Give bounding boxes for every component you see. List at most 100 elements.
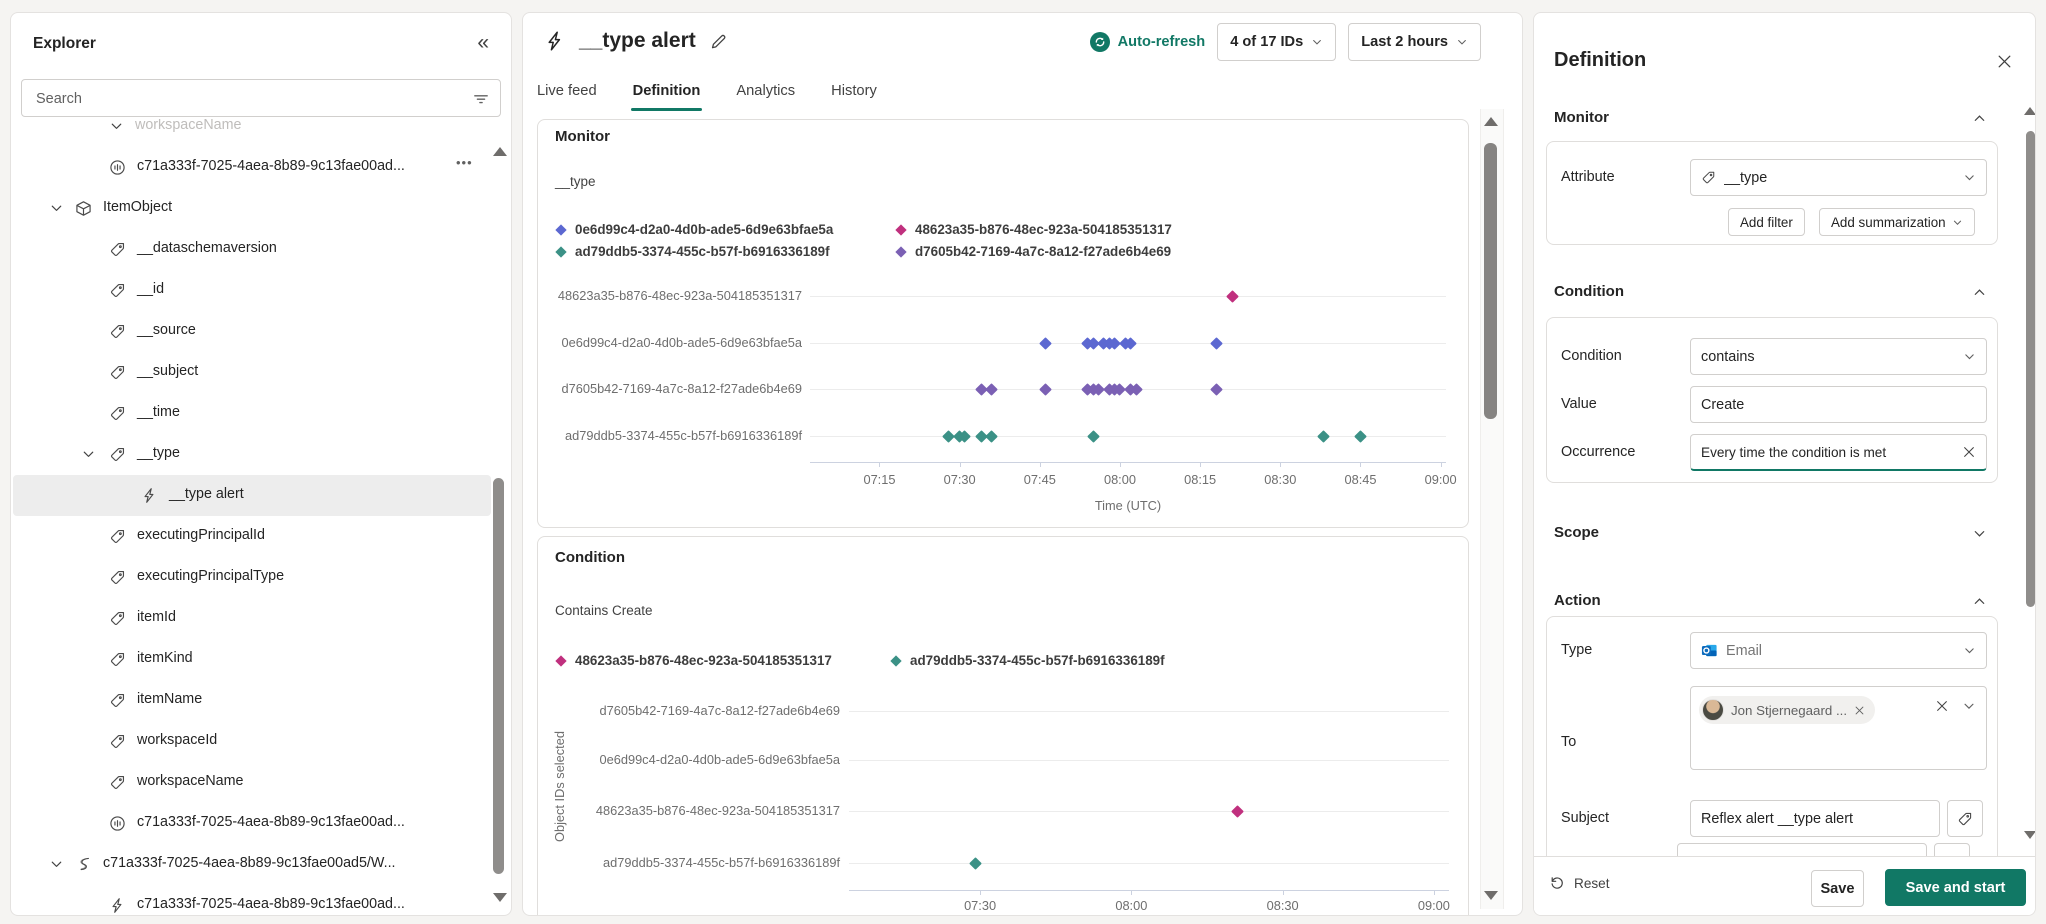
tree-item-label: c71a333f-7025-4aea-8b89-9c13fae00ad... xyxy=(137,896,405,912)
tab-label: Analytics xyxy=(736,83,795,99)
ids-filter-dropdown[interactable]: 4 of 17 IDs xyxy=(1217,23,1336,61)
section-monitor-title: Monitor xyxy=(1554,109,1609,126)
scroll-down-arrow[interactable] xyxy=(1484,891,1498,900)
scroll-up-arrow[interactable] xyxy=(2024,107,2036,115)
close-icon[interactable] xyxy=(1996,53,2013,70)
clear-icon[interactable] xyxy=(1962,445,1976,459)
subject-input[interactable] xyxy=(1701,811,1929,827)
tree-item[interactable]: c71a333f-7025-4aea-8b89-9c13fae00ad5/W..… xyxy=(13,844,491,885)
tab-history[interactable]: History xyxy=(831,72,877,113)
axis-tick-label: 08:15 xyxy=(1170,472,1230,487)
recipient-chip[interactable]: Jon Stjernegaard ... xyxy=(1699,696,1875,724)
tree-item[interactable]: __id xyxy=(13,270,491,311)
scrollbar-thumb[interactable] xyxy=(493,478,504,874)
tree-item[interactable]: executingPrincipalId xyxy=(13,516,491,557)
cube-icon xyxy=(75,200,92,217)
subject-label: Subject xyxy=(1561,810,1609,826)
reset-button[interactable]: Reset xyxy=(1549,875,1610,891)
legend-item: ad79ddb5-3374-455c-b57f-b6916336189f xyxy=(890,651,1165,670)
tree-item[interactable]: workspaceName xyxy=(13,762,491,803)
time-range-dropdown[interactable]: Last 2 hours xyxy=(1348,23,1481,61)
tree-item[interactable]: c71a333f-7025-4aea-8b89-9c13fae00ad... xyxy=(13,885,491,915)
tree-item[interactable]: __type xyxy=(13,434,491,475)
attribute-dropdown[interactable]: __type xyxy=(1690,159,1987,196)
section-action-title: Action xyxy=(1554,592,1601,609)
tree-item[interactable]: c71a333f-7025-4aea-8b89-9c13fae00ad... xyxy=(13,803,491,844)
tree-item[interactable]: ItemObject xyxy=(13,188,491,229)
action-type-dropdown[interactable]: Email xyxy=(1690,632,1987,669)
scroll-down-arrow[interactable] xyxy=(493,893,507,902)
legend-item: d7605b42-7169-4a7c-8a12-f27ade6b4e69 xyxy=(895,242,1172,261)
chevron-down-icon[interactable] xyxy=(49,201,64,216)
tree-item[interactable]: c71a333f-7025-4aea-8b89-9c13fae00ad... ••… xyxy=(13,147,491,188)
chevron-down-icon[interactable] xyxy=(1972,526,1987,541)
chart-legend: 48623a35-b876-48ec-923a-504185351317ad79… xyxy=(555,651,1165,670)
row-label: 48623a35-b876-48ec-923a-504185351317 xyxy=(578,803,840,818)
search-input[interactable] xyxy=(34,81,468,117)
chevron-down-icon[interactable] xyxy=(1962,699,1976,713)
scroll-down-arrow[interactable] xyxy=(2024,831,2036,839)
filter-icon[interactable] xyxy=(472,90,490,108)
add-filter-button[interactable]: Add filter xyxy=(1728,208,1805,236)
tree-item[interactable]: itemName xyxy=(13,680,491,721)
tab-live-feed[interactable]: Live feed xyxy=(537,72,597,113)
tree-item[interactable]: itemKind xyxy=(13,639,491,680)
axis-tick xyxy=(1131,890,1132,895)
monitor-settings-card: Attribute __type Add filter Add summariz… xyxy=(1546,141,1998,245)
tree-item[interactable]: __type alert xyxy=(13,475,491,516)
condition-operator-dropdown[interactable]: contains xyxy=(1690,338,1987,375)
tree-item[interactable]: __time xyxy=(13,393,491,434)
tab-analytics[interactable]: Analytics xyxy=(736,72,795,113)
attribute-label: Attribute xyxy=(1561,169,1615,185)
tree-item[interactable]: workspaceName xyxy=(13,119,491,147)
tree-item[interactable]: __subject xyxy=(13,352,491,393)
tree-item[interactable]: __dataschemaversion xyxy=(13,229,491,270)
chevron-down-icon xyxy=(1963,350,1976,363)
tree-item[interactable]: workspaceId xyxy=(13,721,491,762)
scrollbar-thumb[interactable] xyxy=(2026,131,2035,607)
legend-label: d7605b42-7169-4a7c-8a12-f27ade6b4e69 xyxy=(915,244,1171,259)
axis-tick xyxy=(879,462,880,467)
chevron-up-icon[interactable] xyxy=(1972,594,1987,609)
collapse-panel-icon[interactable]: « xyxy=(477,31,489,55)
insert-attribute-tag-button[interactable] xyxy=(1947,800,1983,837)
recipients-picker[interactable]: Jon Stjernegaard ... xyxy=(1690,686,1987,770)
edit-title-icon[interactable] xyxy=(709,32,728,51)
remove-recipient-icon[interactable] xyxy=(1854,705,1865,716)
chevron-down-icon[interactable] xyxy=(49,857,64,872)
tree-item[interactable]: __source xyxy=(13,311,491,352)
legend-diamond-marker xyxy=(555,246,566,257)
refresh-icon xyxy=(1090,32,1110,52)
chevron-down-icon xyxy=(1456,36,1468,48)
axis-tick xyxy=(1120,462,1121,467)
tree-item[interactable]: executingPrincipalType xyxy=(13,557,491,598)
tree-item-label: executingPrincipalType xyxy=(137,568,284,584)
more-options-icon[interactable]: ••• xyxy=(456,155,473,170)
chevron-up-icon[interactable] xyxy=(1972,285,1987,300)
occurrence-input[interactable] xyxy=(1701,445,1954,460)
legend-item: ad79ddb5-3374-455c-b57f-b6916336189f xyxy=(555,242,895,261)
data-point xyxy=(1231,805,1244,818)
chevron-up-icon[interactable] xyxy=(1972,111,1987,126)
tree-item-label: __time xyxy=(137,404,180,420)
grid-line xyxy=(849,711,1449,712)
row-label: 0e6d99c4-d2a0-4d0b-ade5-6d9e63bfae5a xyxy=(578,752,840,767)
add-summarization-button[interactable]: Add summarization xyxy=(1819,208,1975,236)
chevron-down-icon[interactable] xyxy=(109,119,124,134)
save-and-start-button[interactable]: Save and start xyxy=(1885,869,2026,906)
tree-item-label: c71a333f-7025-4aea-8b89-9c13fae00ad... xyxy=(137,158,405,174)
search-box xyxy=(21,79,501,117)
save-button[interactable]: Save xyxy=(1811,870,1864,907)
tab-definition[interactable]: Definition xyxy=(633,72,701,113)
scroll-up-arrow[interactable] xyxy=(1484,117,1498,126)
chevron-down-icon[interactable] xyxy=(81,447,96,462)
scrollbar-thumb[interactable] xyxy=(1484,143,1497,419)
grid-line xyxy=(849,863,1449,864)
value-input[interactable] xyxy=(1701,397,1976,413)
axis-tick-label: 07:15 xyxy=(849,472,909,487)
scroll-up-arrow[interactable] xyxy=(493,147,507,156)
tree-item[interactable]: itemId xyxy=(13,598,491,639)
clear-recipients-icon[interactable] xyxy=(1935,699,1949,713)
tag-icon xyxy=(109,651,126,668)
auto-refresh-toggle[interactable]: Auto-refresh xyxy=(1090,32,1206,52)
